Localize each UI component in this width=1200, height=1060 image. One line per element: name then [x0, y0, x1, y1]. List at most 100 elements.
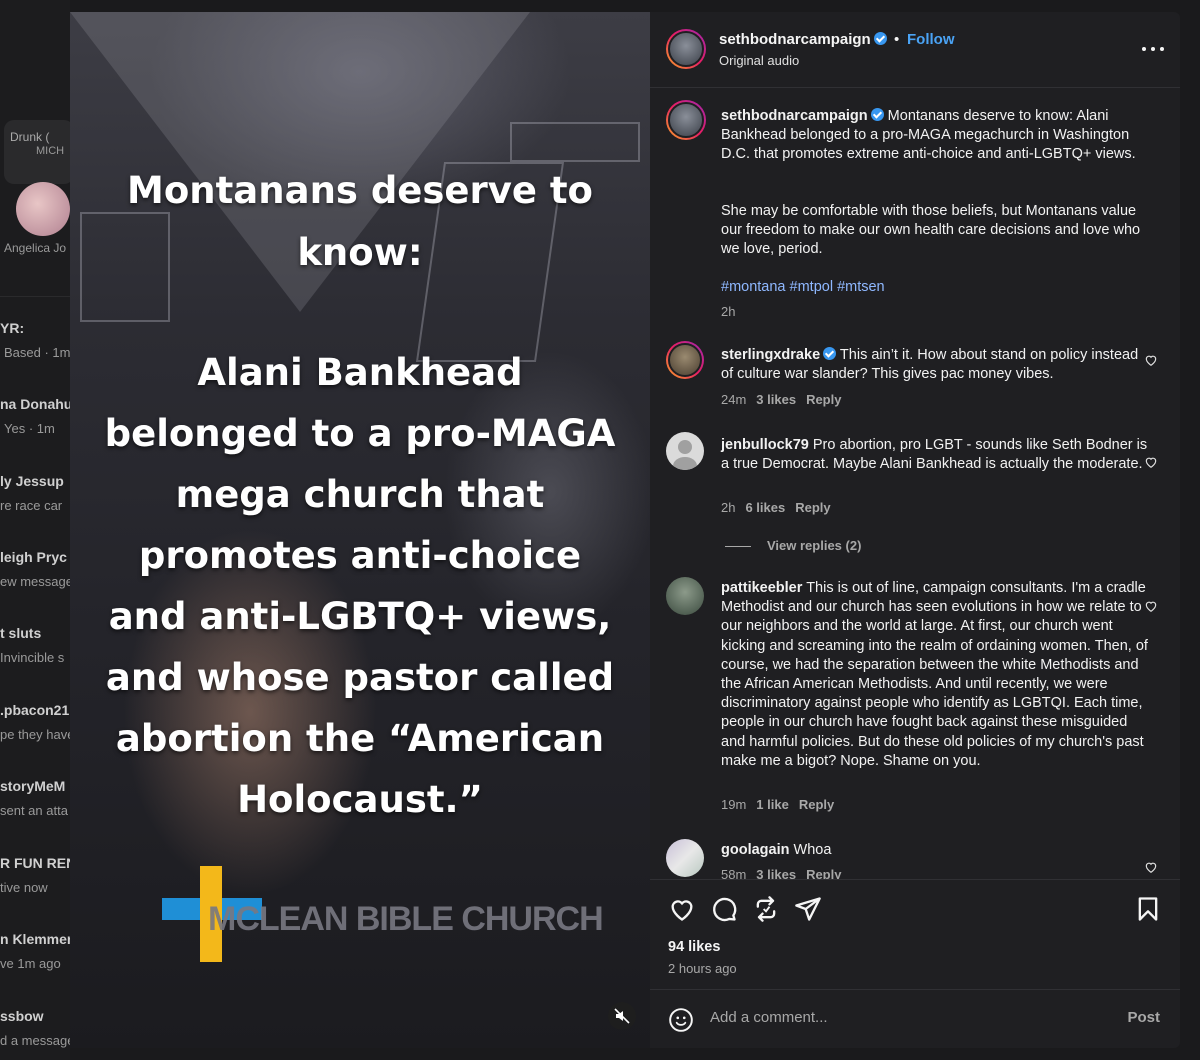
body-line: and anti-LGBTQ+ views, — [108, 595, 612, 638]
mute-button[interactable] — [608, 1002, 636, 1030]
post-actions: 94 likes 2 hours ago — [650, 879, 1180, 989]
comment-text: jenbullock79 Pro abortion, pro LGBT - so… — [721, 436, 1151, 474]
body-line: abortion the “American — [115, 717, 605, 760]
background-feed-item: Drunk ( — [10, 130, 50, 144]
background-feed-item: pe they have — [0, 727, 70, 742]
like-heart-icon[interactable] — [668, 895, 696, 923]
headline-line: Montanans deserve to — [127, 169, 593, 212]
post-header: sethbodnarcampaign • Follow Original aud… — [650, 12, 1180, 88]
commenter-avatar[interactable] — [666, 341, 704, 379]
comment-input[interactable]: Add a comment... — [710, 1009, 1090, 1026]
reply-button[interactable]: Reply — [799, 797, 834, 812]
background-top-bar — [0, 0, 1200, 12]
background-feed-item: Invincible s — [0, 650, 65, 665]
body-line: promotes anti-choice — [138, 534, 582, 577]
commenter-avatar[interactable] — [666, 432, 704, 470]
background-feed-item: re race car — [0, 498, 63, 513]
commenter-avatar[interactable] — [666, 577, 704, 615]
comment-meta: 2h 6 likes Reply — [721, 500, 831, 515]
heart-icon[interactable] — [1144, 599, 1158, 613]
logo-text: MCLEAN BIBLE CHURCH — [208, 900, 604, 938]
background-feed-item: ew message — [0, 574, 70, 589]
comment-username[interactable]: goolagain — [721, 842, 789, 858]
comment-likes[interactable]: 3 likes — [756, 867, 796, 879]
more-options-icon[interactable] — [1142, 40, 1164, 58]
background-feed-item: Yes · 1m — [4, 421, 55, 436]
background-feed-item: Angelica Jo — [4, 241, 67, 255]
stage-truss — [510, 122, 640, 162]
comment-username[interactable]: jenbullock79 — [721, 437, 809, 453]
comment-text: pattikeebler This is out of line, campai… — [721, 579, 1151, 771]
follow-button[interactable]: Follow — [907, 31, 955, 48]
reply-button[interactable]: Reply — [806, 867, 841, 879]
view-replies-button[interactable]: View replies (2) — [767, 538, 861, 553]
emoji-icon[interactable] — [668, 1007, 694, 1033]
background-feed-item: .pbacon21 — [0, 702, 70, 718]
author-avatar[interactable] — [666, 29, 706, 69]
separator-dot: • — [894, 31, 900, 48]
background-feed-item: na Donahu — [0, 396, 70, 412]
body-line: Holocaust.” — [237, 778, 483, 821]
background-feed-item: n Klemmer — [0, 931, 70, 947]
likes-count[interactable]: 94 likes — [668, 939, 720, 955]
church-logo: MCLEAN BIBLE CHURCH — [162, 866, 604, 966]
background-feed-item: storyMeM — [0, 778, 66, 794]
commenter-avatar[interactable] — [666, 839, 704, 877]
background-feed-item: R FUN REN — [0, 855, 70, 871]
body-line: belonged to a pro-MAGA — [104, 412, 616, 455]
comment-username[interactable]: sterlingxdrake — [721, 347, 820, 363]
post-comment-button[interactable]: Post — [1127, 1009, 1160, 1026]
background-feed-item: ly Jessup — [0, 473, 64, 489]
reply-button[interactable]: Reply — [795, 500, 830, 515]
post-timestamp: 2 hours ago — [668, 961, 737, 976]
post-details-panel: sethbodnarcampaign • Follow Original aud… — [650, 12, 1180, 1048]
background-feed-item: t sluts — [0, 625, 42, 641]
comment-text: goolagain Whoa — [721, 841, 1151, 860]
background-feed-item: MICH — [36, 145, 65, 157]
background-feed-item: Based · 1m — [4, 345, 70, 360]
comment-body: This is out of line, campaign consultant… — [721, 580, 1148, 769]
body-line: mega church that — [175, 473, 545, 516]
add-comment-bar: Add a comment... Post — [650, 989, 1180, 1048]
background-feed-item: sent an atta — [0, 803, 68, 818]
author-username[interactable]: sethbodnarcampaign — [719, 31, 887, 48]
comment-text: sterlingxdrake This ain’t it. How about … — [721, 346, 1151, 384]
verified-icon — [823, 347, 837, 360]
comment-likes[interactable]: 1 like — [756, 797, 789, 812]
caption-time: 2h — [721, 304, 736, 319]
comments-list[interactable]: sethbodnarcampaign Montanans deserve to … — [650, 89, 1180, 879]
background-feed-item: YR: — [0, 320, 25, 336]
caption-avatar[interactable] — [666, 100, 706, 140]
share-paper-plane-icon[interactable] — [794, 895, 822, 923]
speaker-muted-icon — [614, 1008, 630, 1024]
verified-icon — [873, 32, 887, 45]
background-feed-item: ve 1m ago — [0, 956, 61, 971]
heart-icon[interactable] — [1144, 860, 1158, 874]
background-feed-item: leigh Pryc — [0, 549, 67, 565]
heart-icon[interactable] — [1144, 455, 1158, 469]
background-feed-item: tive now — [0, 880, 48, 895]
headline-line: know: — [297, 231, 423, 274]
caption-text: sethbodnarcampaign Montanans deserve to … — [721, 107, 1151, 165]
caption-username[interactable]: sethbodnarcampaign — [721, 108, 868, 124]
reply-button[interactable]: Reply — [806, 392, 841, 407]
heart-icon[interactable] — [1144, 353, 1158, 367]
body-line: and whose pastor called — [105, 656, 615, 699]
body-line: Alani Bankhead — [197, 351, 523, 394]
comment-body: Whoa — [793, 842, 832, 858]
comment-likes[interactable]: 3 likes — [756, 392, 796, 407]
comment-likes[interactable]: 6 likes — [745, 500, 785, 515]
comment-bubble-icon[interactable] — [710, 895, 738, 923]
background-feed-item: ssbow — [0, 1008, 44, 1024]
background-feed-item: d a message — [0, 1033, 70, 1048]
post-media[interactable]: Montanans deserve to know: Alani Bankhea… — [70, 12, 650, 1048]
background-avatar — [16, 182, 70, 236]
original-audio-link[interactable]: Original audio — [719, 53, 799, 68]
comment-username[interactable]: pattikeebler — [721, 580, 802, 596]
repost-icon[interactable] — [752, 895, 780, 923]
view-replies-line — [725, 546, 751, 547]
media-overlay-text: Montanans deserve to know: Alani Bankhea… — [90, 160, 630, 830]
comment-meta: 19m 1 like Reply — [721, 797, 835, 812]
save-bookmark-icon[interactable] — [1134, 895, 1162, 923]
caption-hashtags[interactable]: #montana #mtpol #mtsen — [721, 278, 1151, 297]
